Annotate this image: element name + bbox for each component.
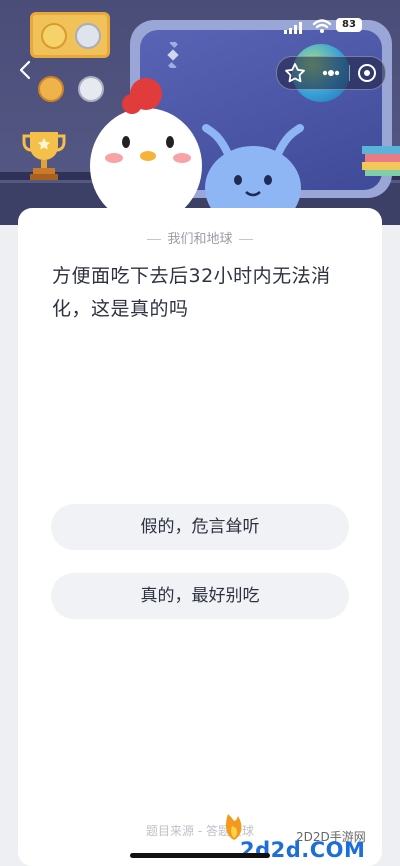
wifi-icon: [312, 19, 332, 33]
capsule-divider: [349, 65, 350, 81]
books-icon: [362, 146, 400, 176]
answer-option-false[interactable]: 假的，危言耸听: [51, 504, 349, 550]
satellite-icon: [167, 42, 179, 68]
hero-illustration: 83: [0, 0, 400, 225]
answer-option-true[interactable]: 真的，最好别吃: [51, 573, 349, 619]
watermark-domain: 2d2d.COM: [240, 838, 366, 862]
target-icon[interactable]: [351, 57, 383, 89]
home-indicator: [130, 853, 270, 858]
question-card: 我们和地球 方便面吃下去后32小时内无法消化，这是真的吗 假的，危言耸听 真的，…: [18, 208, 382, 866]
category-header: 我们和地球: [18, 228, 382, 247]
signal-icon: [284, 22, 302, 34]
header-dash-right: [238, 239, 253, 240]
battery-indicator: 83: [336, 18, 362, 32]
question-text: 方便面吃下去后32小时内无法消化，这是真的吗: [52, 265, 331, 320]
back-icon[interactable]: [14, 58, 38, 82]
chick-mascot: [90, 78, 202, 224]
category-title: 我们和地球: [167, 232, 233, 247]
more-icon[interactable]: [313, 57, 349, 89]
header-dash-left: [147, 239, 162, 240]
trophy-icon: [22, 132, 66, 180]
status-bar: 83: [0, 0, 400, 44]
star-icon[interactable]: [279, 57, 311, 89]
bronze-medal-icon: [38, 76, 64, 102]
mini-program-capsule: [276, 56, 386, 90]
